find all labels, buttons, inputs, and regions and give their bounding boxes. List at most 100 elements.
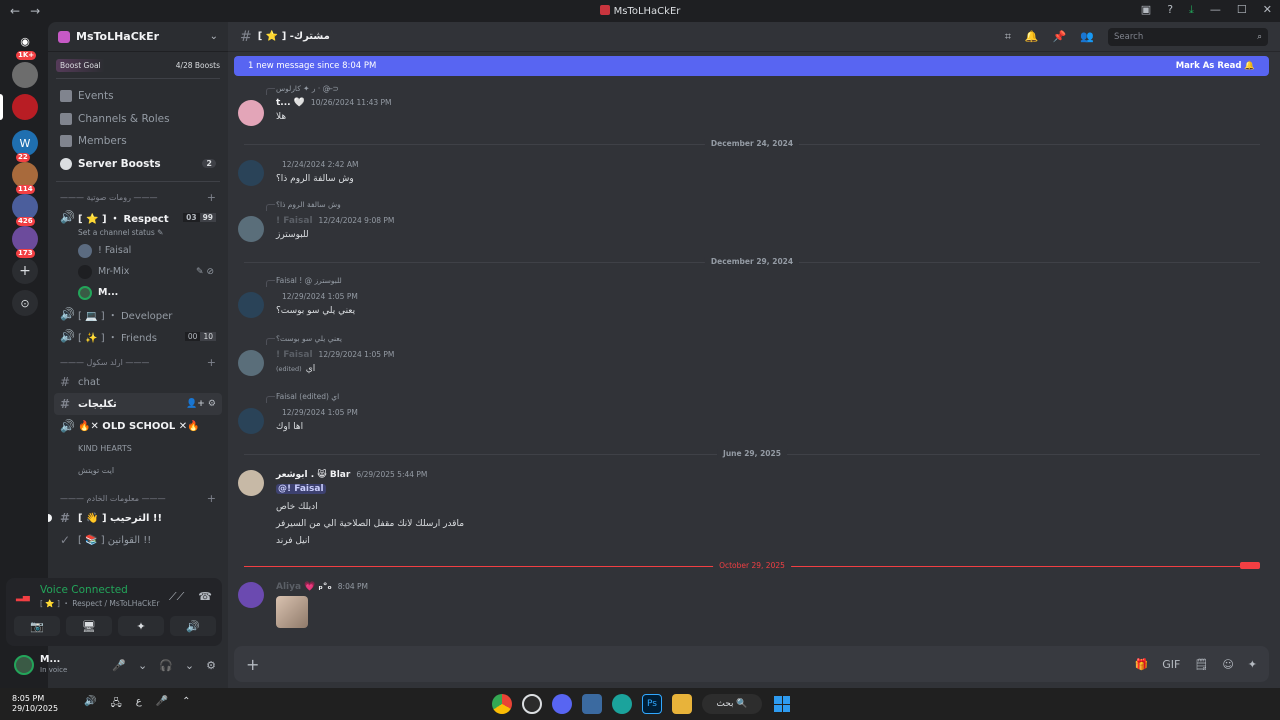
author-name[interactable]: Aliya <box>276 582 301 592</box>
camera-button[interactable]: 📷 <box>14 616 60 636</box>
add-channel-icon[interactable]: + <box>207 191 216 204</box>
message[interactable]: يعني يلي سو بوست؟ ! Faisal 12/29/2024 1:0… <box>238 334 1260 378</box>
message[interactable]: Aliya 💗 ₚ°ₒ 8:04 PM <box>238 580 1260 630</box>
chevron-down-icon[interactable]: ⌄ <box>185 659 194 672</box>
emoji-icon[interactable]: ☺ <box>1222 658 1233 671</box>
voice-status[interactable]: Voice Connected <box>40 584 128 596</box>
voice-user[interactable]: ! Faisal <box>48 240 228 261</box>
taskbar-search[interactable]: بحث 🔍 <box>702 694 762 714</box>
mic-icon[interactable]: 🎤 <box>156 696 168 713</box>
screen-icon[interactable] <box>582 694 602 714</box>
server-header[interactable]: MsToLHaCkEr ⌄ <box>48 22 228 52</box>
message[interactable]: Faisal ! @ للبوسترز 12/29/2024 1:05 PM ي… <box>238 276 1260 320</box>
threads-icon[interactable]: ⌗ <box>1005 30 1011 44</box>
message[interactable]: ابوشعر . 😸 Blar 6/29/2025 5:44 PM @! Fais… <box>238 468 1260 552</box>
server-icon[interactable]: 426 <box>12 194 38 226</box>
server-icon[interactable]: 114 <box>12 162 38 194</box>
voice-channel-developer[interactable]: 🔊[ 💻 ] ・ Developer <box>48 303 228 325</box>
screen-share-icon[interactable]: ▣ <box>1141 3 1151 17</box>
screen-share-button[interactable]: 🖥 <box>66 616 112 636</box>
discord-icon[interactable] <box>552 694 572 714</box>
noise-suppression-icon[interactable]: ⟋⟋ <box>169 590 184 604</box>
channel-twitch[interactable]: ايت تويتش <box>48 459 228 481</box>
headphones-icon[interactable]: 🎧 <box>159 659 173 672</box>
channels-roles-item[interactable]: Channels & Roles <box>48 108 228 131</box>
avatar[interactable] <box>238 582 264 608</box>
member-list-icon[interactable]: 👥 <box>1080 30 1094 43</box>
text-channel-rules[interactable]: ✓[ 📚 ] القوانين !! <box>48 529 228 551</box>
maximize-button[interactable]: ☐ <box>1237 3 1247 17</box>
message[interactable]: Faisal (edited) اي 12/29/2024 1:05 PM اه… <box>238 392 1260 436</box>
add-channel-icon[interactable]: + <box>207 356 216 369</box>
download-icon[interactable]: ⤓ <box>1189 3 1194 17</box>
server-icon-current[interactable] <box>12 94 38 120</box>
gif-icon[interactable]: GIF <box>1162 658 1180 671</box>
text-channel-welcome[interactable]: #[ 👋 ] الترحيب !! <box>48 507 228 529</box>
chevron-up-icon[interactable]: ⌃ <box>182 696 190 713</box>
text-channel-chat[interactable]: # chat <box>48 371 228 393</box>
gift-icon[interactable]: 🎁 <box>1135 658 1149 671</box>
home-button[interactable]: ◉ 1K+ <box>12 28 38 60</box>
message[interactable]: ر ✦ كارلوس · @ ⊃̶ t... 🤍 10/26/2024 11:43… <box>238 84 1260 128</box>
reply-preview[interactable]: Faisal ! @ للبوسترز <box>266 276 342 287</box>
clock[interactable]: 8:05 PM 29/10/2025 <box>12 694 58 714</box>
avatar[interactable] <box>238 350 264 376</box>
author-name[interactable]: ! Faisal <box>276 350 313 360</box>
voice-user[interactable]: Mr-Mix ✎ ⊘ <box>48 261 228 282</box>
text-channel-hovered[interactable]: # تكليجات 👤+ ⚙ <box>54 393 222 415</box>
author-name[interactable]: ابوشعر . <box>276 470 314 480</box>
sticker-icon[interactable]: 🗒 <box>1194 658 1208 671</box>
windows-start-icon[interactable] <box>772 694 792 714</box>
avatar[interactable] <box>238 470 264 496</box>
user-mention[interactable]: @! Faisal <box>276 484 326 494</box>
category-voice[interactable]: ——— رومات صوتية ——— + <box>48 188 228 206</box>
author-name[interactable]: t... <box>276 98 291 108</box>
help-icon[interactable]: ? <box>1167 3 1173 17</box>
add-channel-icon[interactable]: + <box>207 492 216 505</box>
obs-icon[interactable] <box>522 694 542 714</box>
voice-channel-friends[interactable]: 🔊[ ✨ ] ・ Friends 00 10 <box>48 325 228 347</box>
avatar[interactable] <box>238 216 264 242</box>
gear-icon[interactable]: ⚙ <box>206 659 216 672</box>
avatar[interactable] <box>238 292 264 318</box>
photoshop-icon[interactable]: Ps <box>642 694 662 714</box>
reply-preview[interactable]: يعني يلي سو بوست؟ <box>266 334 342 345</box>
members-item[interactable]: Members <box>48 130 228 153</box>
minimize-button[interactable]: — <box>1210 3 1221 17</box>
soundboard-button[interactable]: 🔊 <box>170 616 216 636</box>
mark-as-read-button[interactable]: Mark As Read 🔔 <box>1176 61 1255 71</box>
category-oldschool[interactable]: ——— ارلد سكول ——— + <box>48 353 228 371</box>
reply-preview[interactable]: ر ✦ كارلوس · @ ⊃̶ <box>266 84 339 95</box>
voice-user-self[interactable]: M... <box>48 282 228 303</box>
bell-icon[interactable]: 🔔 <box>1025 30 1039 43</box>
avatar[interactable] <box>238 408 264 434</box>
avatar[interactable] <box>238 160 264 186</box>
close-button[interactable]: ✕ <box>1263 3 1272 17</box>
reply-preview[interactable]: Faisal (edited) اي <box>265 392 339 403</box>
message-composer[interactable]: + 🎁 GIF 🗒 ☺ ✦ <box>234 646 1269 682</box>
voice-channel-oldschool[interactable]: 🔊 🔥✕ OLD SCHOOL ✕🔥 <box>48 415 228 437</box>
message[interactable]: 12/24/2024 2:42 AM وش سالفة الروم ذا؟ <box>238 158 1260 192</box>
voice-location[interactable]: [ ⭐ ] ・ Respect / MsToLHaCkEr <box>40 598 159 609</box>
boost-goal[interactable]: Boost Goal 4/28 Boosts <box>56 58 220 72</box>
reply-preview[interactable]: وش سالفة الروم ذا؟ <box>266 200 341 211</box>
message[interactable]: وش سالفة الروم ذا؟ ! Faisal 12/24/2024 9:… <box>238 200 1260 244</box>
server-icon[interactable]: W 22 <box>12 130 38 162</box>
voice-channel-respect[interactable]: 🔊 [ ⭐ ] ・ Respect 03 99 <box>48 206 228 228</box>
search-input[interactable]: Search ⌕ <box>1108 27 1268 46</box>
image-attachment[interactable] <box>276 596 308 628</box>
activities-button[interactable]: ✦ <box>118 616 164 636</box>
language-indicator[interactable]: ع <box>136 696 142 713</box>
folder-icon[interactable] <box>672 694 692 714</box>
volume-icon[interactable]: 🔊 <box>84 696 96 713</box>
invite-settings-icons[interactable]: 👤+ ⚙ <box>186 399 216 409</box>
pin-icon[interactable]: 📌 <box>1053 30 1067 43</box>
server-icon[interactable] <box>12 62 38 88</box>
network-icon[interactable]: 🖧 <box>111 696 122 713</box>
avatar[interactable] <box>238 100 264 126</box>
disconnect-icon[interactable]: ☎ <box>198 590 212 604</box>
author-name[interactable]: ! Faisal <box>276 216 313 226</box>
mic-icon[interactable]: 🎤 <box>112 659 126 672</box>
discover-button[interactable]: ⊙ <box>12 290 38 316</box>
events-item[interactable]: Events <box>48 85 228 108</box>
